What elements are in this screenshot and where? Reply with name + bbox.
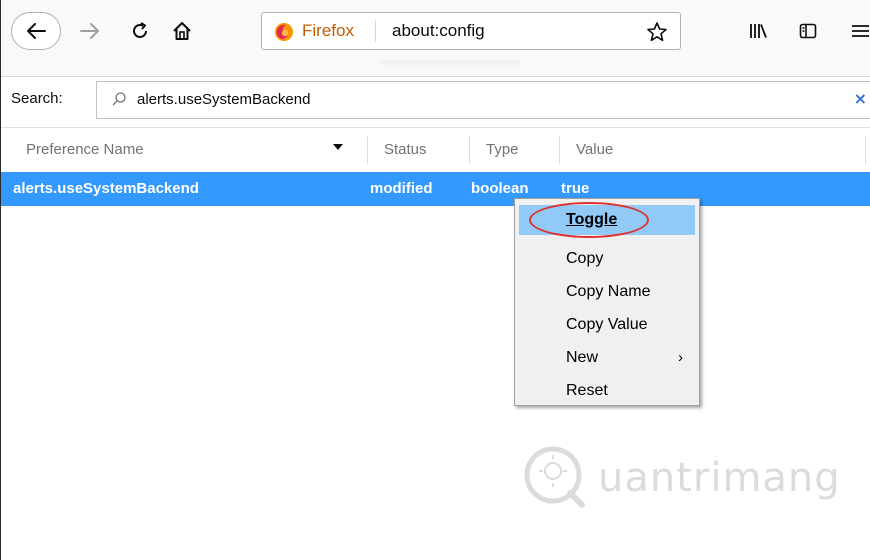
home-icon — [173, 22, 191, 40]
menu-item-label: Copy Value — [566, 316, 648, 333]
identity-label: Firefox — [302, 21, 354, 40]
menu-item-label: Copy — [566, 250, 604, 267]
clear-search-button[interactable]: × — [854, 89, 867, 108]
column-separator[interactable] — [469, 136, 470, 164]
menu-item-label: Copy Name — [566, 283, 651, 300]
column-separator[interactable] — [559, 136, 560, 164]
library-button[interactable] — [743, 12, 773, 50]
urlbar-separator — [375, 20, 376, 42]
library-icon — [750, 24, 767, 38]
search-input[interactable]: alerts.useSystemBackend × — [96, 81, 870, 119]
urlbar-dropshadow — [381, 60, 521, 68]
table-row[interactable]: alerts.useSystemBackend modified boolean… — [1, 172, 870, 206]
preferences-table-header: Preference Name Status Type Value — [1, 127, 870, 173]
watermark-logo-icon — [524, 446, 585, 508]
menu-item-label: New — [566, 349, 599, 366]
menu-item-new[interactable]: New › — [519, 343, 695, 373]
column-header-status[interactable]: Status — [384, 141, 427, 158]
cell-value: true — [561, 180, 590, 197]
column-header-value[interactable]: Value — [576, 141, 613, 158]
address-bar[interactable]: Firefox about:config — [261, 12, 681, 50]
chevron-right-icon: › — [678, 349, 683, 366]
reload-icon — [133, 22, 147, 38]
hamburger-menu-icon — [851, 25, 869, 37]
config-search-row: Search: alerts.useSystemBackend × — [1, 77, 870, 125]
navigation-toolbar: Firefox about:config — [1, 0, 870, 77]
menu-item-reset[interactable]: Reset — [519, 376, 695, 406]
cell-type: boolean — [471, 180, 529, 197]
back-button[interactable] — [11, 12, 61, 50]
sidebar-icon — [799, 23, 817, 39]
menu-item-label: Reset — [566, 382, 608, 399]
forward-arrow-icon — [80, 23, 99, 39]
column-separator[interactable] — [367, 136, 368, 164]
column-separator[interactable] — [865, 136, 866, 164]
home-button[interactable] — [164, 12, 200, 50]
forward-button[interactable] — [75, 12, 105, 50]
column-header-preference-name[interactable]: Preference Name — [26, 141, 144, 158]
annotation-ellipse — [529, 202, 649, 238]
menu-item-copy-value[interactable]: Copy Value — [519, 310, 695, 340]
firefox-logo-icon — [275, 23, 293, 41]
back-arrow-icon — [27, 23, 46, 39]
sort-descending-icon — [333, 144, 343, 150]
search-icon — [112, 92, 126, 106]
cell-preference-name: alerts.useSystemBackend — [13, 180, 199, 197]
open-menu-button[interactable] — [846, 12, 870, 50]
search-value[interactable]: alerts.useSystemBackend — [137, 91, 310, 108]
sidebar-button[interactable] — [793, 12, 823, 50]
column-header-type[interactable]: Type — [486, 141, 519, 158]
search-label: Search: — [11, 90, 63, 107]
reload-button[interactable] — [125, 12, 155, 50]
bookmark-star-button[interactable] — [644, 19, 670, 45]
url-text[interactable]: about:config — [392, 21, 485, 41]
bookmark-star-icon — [647, 22, 667, 42]
cell-status: modified — [370, 180, 433, 197]
menu-item-copy-name[interactable]: Copy Name — [519, 277, 695, 307]
watermark-text: uantrimang — [598, 455, 841, 501]
menu-item-copy[interactable]: Copy — [519, 244, 695, 274]
watermark: uantrimang — [518, 441, 848, 511]
